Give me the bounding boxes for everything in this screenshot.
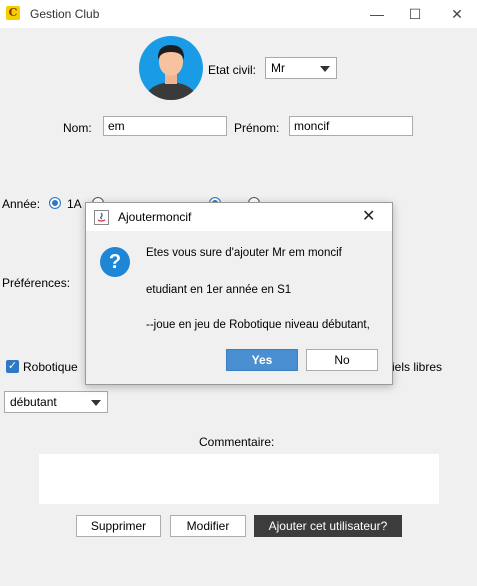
chevron-down-icon	[320, 66, 330, 72]
dialog-title-bar: Ajoutermoncif ✕	[86, 203, 392, 231]
question-icon: ?	[100, 247, 130, 277]
niveau-value: débutant	[10, 395, 57, 409]
chevron-down-icon	[91, 400, 101, 406]
no-button[interactable]: No	[306, 349, 378, 371]
radio-1a[interactable]	[49, 197, 61, 209]
commentaire-label: Commentaire:	[199, 435, 275, 449]
avatar	[139, 36, 203, 100]
etat-civil-value: Mr	[271, 61, 285, 75]
etat-civil-select[interactable]: Mr	[265, 57, 337, 79]
annee-label: Année:	[2, 197, 41, 211]
supprimer-button[interactable]: Supprimer	[76, 515, 161, 537]
prenom-label: Prénom:	[234, 121, 280, 135]
logiciels-libres-label: iels libres	[392, 360, 443, 374]
title-bar: C Gestion Club — ☐ ✕	[0, 0, 477, 28]
etat-civil-label: Etat civil:	[208, 63, 257, 77]
dialog-message-line-3: --joue en jeu de Robotique niveau débuta…	[146, 319, 370, 331]
minimize-button[interactable]: —	[358, 0, 396, 28]
radio-1a-label: 1A	[67, 197, 82, 211]
dialog-message-line-1: Etes vous sure d'ajouter Mr em moncif	[146, 247, 342, 259]
maximize-button[interactable]: ☐	[396, 0, 434, 28]
confirm-dialog: Ajoutermoncif ✕ ? Etes vous sure d'ajout…	[85, 202, 393, 385]
dialog-message-line-2: etudiant en 1er année en S1	[146, 284, 292, 296]
app-logo-icon: C	[6, 6, 20, 20]
dialog-title: Ajoutermoncif	[118, 210, 192, 224]
window-title: Gestion Club	[30, 7, 100, 21]
ajouter-utilisateur-button[interactable]: Ajouter cet utilisateur?	[254, 515, 402, 537]
niveau-select[interactable]: débutant	[4, 391, 108, 413]
robotique-label: Robotique	[23, 360, 78, 374]
nom-label: Nom:	[63, 121, 92, 135]
prenom-field[interactable]	[289, 116, 413, 136]
yes-button[interactable]: Yes	[226, 349, 298, 371]
modifier-button[interactable]: Modifier	[170, 515, 246, 537]
nom-field[interactable]	[103, 116, 227, 136]
dialog-close-icon[interactable]: ✕	[362, 206, 375, 226]
java-icon	[94, 210, 109, 225]
preferences-label: Préférences:	[2, 276, 71, 290]
close-button[interactable]: ✕	[438, 0, 476, 28]
commentaire-textarea[interactable]	[39, 454, 439, 504]
robotique-checkbox[interactable]: ✓	[6, 360, 19, 373]
